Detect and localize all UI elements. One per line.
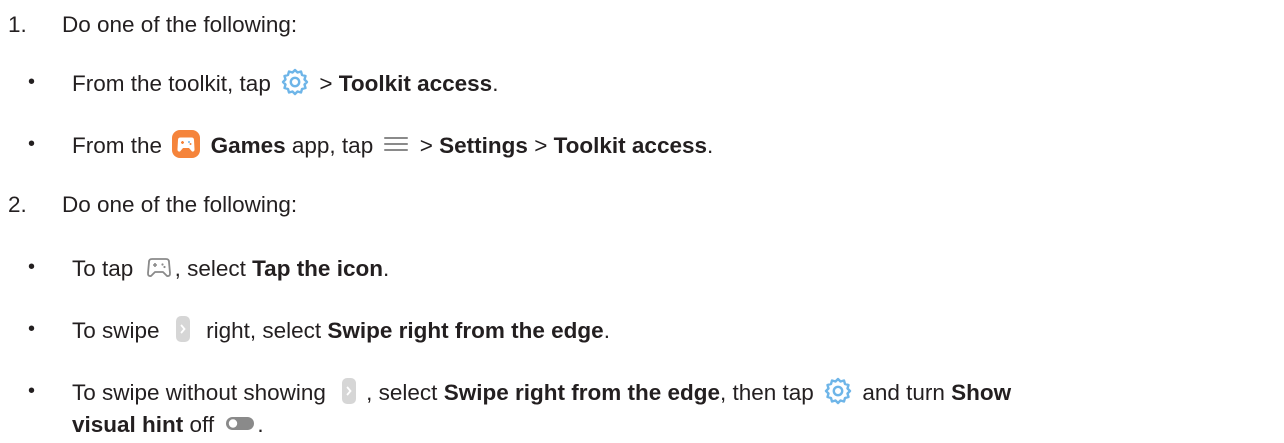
menu-path-label: Toolkit access [338,71,493,96]
item-text: off [189,412,215,437]
item-text: To swipe without showing [72,380,326,405]
step-number: 1. [8,12,27,37]
settings-gear-icon [823,376,853,406]
item-text: To tap [72,256,134,281]
item-punct: . [492,71,499,96]
item-text: , select [366,380,438,405]
separator: > [534,133,548,158]
step-text: Do one of the following: [62,192,298,217]
item-punct: . [382,256,390,281]
item-text: , select [174,256,246,281]
item-punct: . [257,412,264,437]
item-punct: . [707,133,714,158]
step-number: 2. [8,192,27,217]
settings-gear-icon [280,67,310,97]
gamepad-icon [143,252,175,282]
item-text: and turn [862,380,945,405]
item-text: , then tap [719,380,814,405]
menu-path-label: Toolkit access [553,133,707,158]
option-label: Swipe right from the edge [327,318,604,343]
menu-path-label: Settings [439,133,528,158]
bullet-dot: • [28,133,36,155]
option-label: Tap the icon [252,256,383,281]
separator: > [319,71,333,96]
separator: > [419,133,433,158]
item-text: app, tap [291,133,374,158]
item-text: From the toolkit, tap [72,71,271,96]
instructions-document: 1. Do one of the following: • From the t… [0,0,1284,443]
hamburger-menu-icon [382,129,410,159]
bullet-dot: • [28,318,36,340]
toggle-off-icon [223,408,257,438]
bullet-dot: • [28,256,36,278]
item-text: From the [72,133,163,158]
item-text: right, select [206,318,322,343]
item-text: To swipe [72,318,160,343]
bullet-dot: • [28,380,36,402]
games-app-icon [171,129,201,159]
edge-handle-icon [174,314,192,344]
edge-handle-icon [340,376,358,406]
app-name-label: Games [210,133,286,158]
bullet-dot: • [28,71,36,93]
step-text: Do one of the following: [62,12,298,37]
item-punct: . [603,318,610,343]
option-label: Swipe right from the edge [443,380,720,405]
setting-label: visual hint [72,412,184,437]
setting-label: Show [951,380,1012,405]
